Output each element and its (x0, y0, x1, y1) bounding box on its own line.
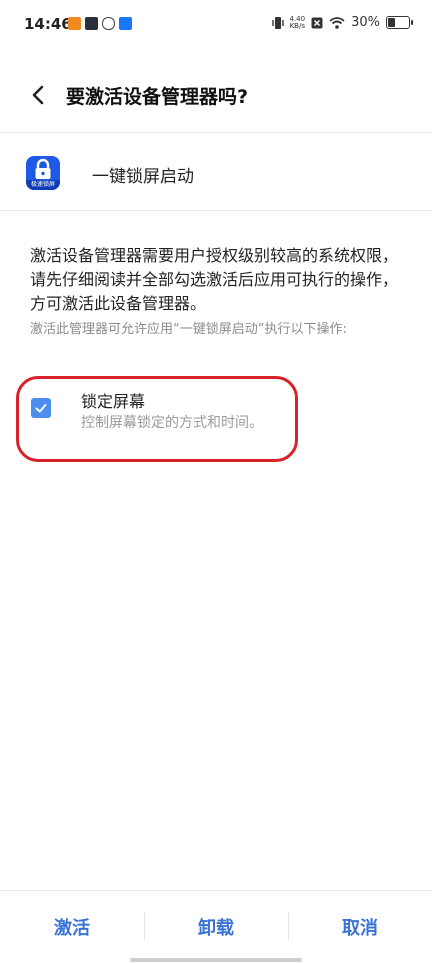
status-bar: 14:46 4.40 KB/s 30% (0, 0, 432, 52)
system-status: 4.40 KB/s 30% (271, 14, 413, 30)
page-title: 要激活设备管理器吗? (66, 86, 249, 108)
app-icon: 极速锁屏 (26, 156, 60, 190)
check-icon (35, 404, 47, 413)
video-app-icon (85, 17, 98, 30)
sim-disabled-icon (311, 17, 323, 28)
permission-title: 锁定屏幕 (81, 392, 146, 411)
app-name: 一键锁屏启动 (92, 167, 194, 187)
back-arrow-icon (32, 85, 44, 105)
battery-percent: 30% (351, 15, 380, 30)
alipay-icon (119, 17, 132, 30)
battery-icon (386, 16, 413, 29)
bottom-divider (0, 890, 432, 891)
cancel-button[interactable]: 取消 (310, 914, 410, 944)
activate-button[interactable]: 激活 (22, 914, 122, 944)
button-separator (288, 912, 289, 940)
net-speed: 4.40 KB/s (289, 14, 306, 30)
permission-intro: 激活此管理器可允许应用“一键锁屏启动”执行以下操作: (30, 322, 347, 337)
link-app-icon (102, 17, 115, 30)
permission-item-lock-screen[interactable]: 锁定屏幕 控制屏幕锁定的方式和时间。 (16, 376, 298, 462)
uninstall-button[interactable]: 卸载 (166, 914, 266, 944)
wifi-icon (329, 16, 345, 29)
permission-description: 控制屏幕锁定的方式和时间。 (81, 415, 263, 431)
vibrate-icon (271, 16, 284, 29)
home-indicator[interactable] (130, 958, 302, 962)
lock-icon (35, 158, 51, 179)
header-divider (0, 132, 432, 133)
back-button[interactable] (24, 80, 54, 110)
app-icon-label: 极速锁屏 (26, 180, 60, 190)
button-separator (144, 912, 145, 940)
activation-description: 激活设备管理器需要用户授权级别较高的系统权限，请先仔细阅读并全部勾选激活后应用可… (30, 246, 399, 313)
permission-checkbox[interactable] (31, 398, 51, 418)
app-notification-icon (68, 17, 81, 30)
status-time: 14:46 (24, 15, 72, 33)
notification-icons (68, 17, 132, 30)
app-divider (0, 210, 432, 211)
